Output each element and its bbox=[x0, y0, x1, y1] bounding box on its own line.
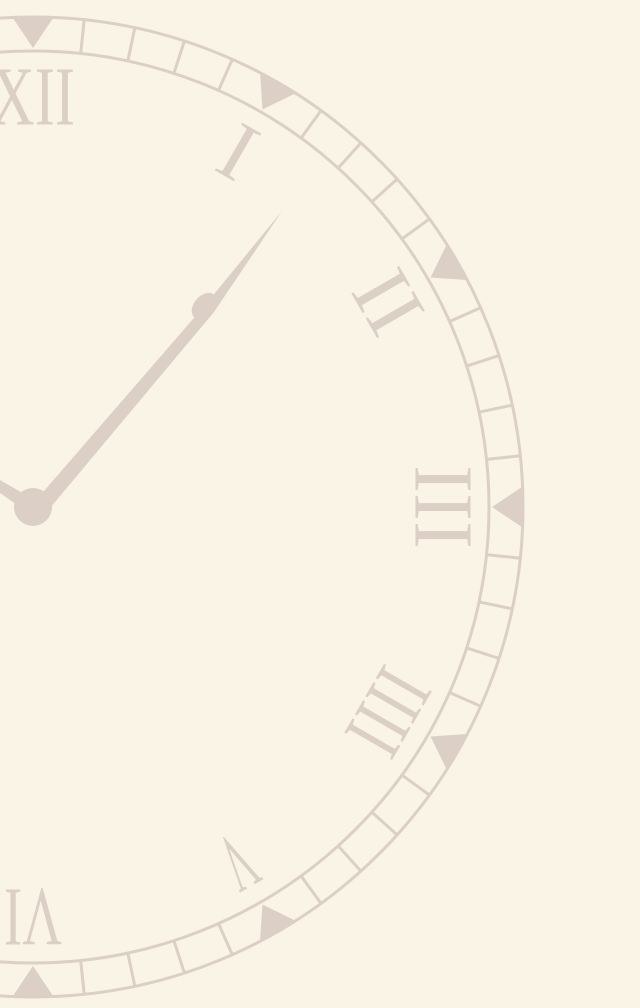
bezel-minute-tick bbox=[337, 141, 362, 170]
bezel-minute-tick bbox=[486, 454, 521, 461]
numeral-xii: XII bbox=[0, 51, 75, 144]
bezel-minute-tick bbox=[126, 952, 137, 987]
numeral-v: V bbox=[203, 815, 274, 910]
clock-face: XIIIIIIIIIIIIVVI bbox=[0, 15, 525, 999]
numeral-ii: II bbox=[333, 254, 443, 351]
bezel-minute-tick bbox=[448, 306, 482, 323]
bezel-minute-tick bbox=[299, 875, 323, 905]
bezel-minute-tick bbox=[478, 403, 513, 414]
bezel-hour-marker bbox=[260, 904, 296, 942]
hand-needle bbox=[31, 211, 282, 514]
numeral-i: I bbox=[203, 105, 274, 200]
bezel-minute-tick bbox=[126, 27, 137, 62]
bezel-minute-tick bbox=[478, 600, 513, 611]
bezel-minute-tick bbox=[448, 691, 482, 708]
bezel-minute-tick bbox=[337, 844, 362, 873]
bezel-minute-tick bbox=[217, 58, 234, 92]
bezel-minute-tick bbox=[401, 217, 431, 241]
bezel-hour-marker bbox=[12, 966, 54, 997]
bezel-minute-tick bbox=[486, 553, 521, 560]
bezel-minute-tick bbox=[79, 19, 86, 54]
clock-wallpaper: XII I II III IIII V VI bbox=[0, 0, 640, 1008]
clock-numerals: XIIIIIIIIIIIIVVI bbox=[0, 51, 490, 964]
clock-hub-icon bbox=[14, 488, 52, 526]
bezel-minute-tick bbox=[172, 40, 186, 74]
bezel-minute-tick bbox=[217, 922, 234, 956]
bezel-minute-tick bbox=[466, 354, 500, 368]
bezel-minute-tick bbox=[172, 940, 186, 974]
bezel-hour-marker bbox=[12, 17, 54, 48]
numeral-vi: VI bbox=[4, 871, 62, 964]
numeral-iii: III bbox=[397, 465, 490, 549]
bezel-hour-marker bbox=[492, 486, 523, 528]
bezel-hour-marker bbox=[260, 72, 296, 110]
bezel-minute-tick bbox=[79, 960, 86, 995]
bezel-minute-tick bbox=[466, 646, 500, 660]
clock-hand-icon bbox=[0, 211, 282, 514]
bezel-minute-tick bbox=[370, 811, 399, 836]
bezel-minute-tick bbox=[401, 773, 431, 797]
numeral-iiii: IIII bbox=[327, 652, 450, 771]
bezel-minute-tick bbox=[370, 178, 399, 203]
bezel-hour-marker bbox=[430, 734, 468, 770]
bezel-hour-marker bbox=[430, 244, 468, 280]
bezel-minute-tick bbox=[299, 109, 323, 139]
